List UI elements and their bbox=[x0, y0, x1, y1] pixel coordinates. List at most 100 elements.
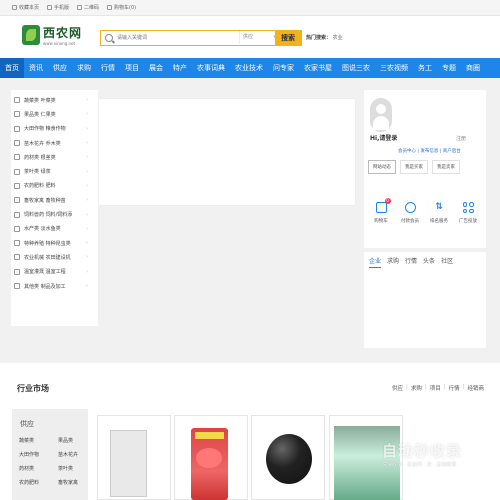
star-icon bbox=[12, 5, 17, 10]
market-side-item[interactable]: 畜牧家禽 bbox=[58, 479, 78, 486]
category-item[interactable]: 药材类 根茎类 › bbox=[11, 150, 98, 164]
market-side-item[interactable]: 蔬菜类 bbox=[19, 437, 34, 444]
search-category-select[interactable]: 供应 bbox=[239, 31, 279, 44]
category-item[interactable]: 蔬菜类 叶菜类 › bbox=[11, 93, 98, 107]
chevron-right-icon: › bbox=[86, 168, 88, 175]
market-tab-projects[interactable]: 项目 bbox=[430, 384, 441, 392]
greenhouse-icon bbox=[14, 268, 20, 275]
search-input[interactable] bbox=[117, 32, 237, 44]
category-item[interactable]: 果品类 仁果类 › bbox=[11, 107, 98, 121]
nav-item-specialties[interactable]: 特产 bbox=[168, 58, 192, 78]
nav-item-projects[interactable]: 项目 bbox=[120, 58, 144, 78]
category-item[interactable]: 农药肥料 肥料 › bbox=[11, 179, 98, 193]
chevron-right-icon: › bbox=[86, 197, 88, 204]
cart-link[interactable]: 购物车(0) bbox=[107, 4, 136, 11]
main-banner[interactable] bbox=[98, 98, 356, 206]
pay-icon bbox=[404, 202, 416, 213]
cart-icon bbox=[375, 198, 391, 213]
category-item[interactable]: 特种养殖 特种昆虫类 › bbox=[11, 236, 98, 250]
service-icons: 购物车 付款会员 ⇅排名服务 广告投放 bbox=[368, 198, 481, 224]
tab-buyer[interactable]: 我是买家 bbox=[400, 160, 428, 174]
nav-item-library[interactable]: 农家书屋 bbox=[299, 58, 337, 78]
market-tab-dealers[interactable]: 经销商 bbox=[467, 384, 484, 392]
watermark-title: 自动秒收录 bbox=[382, 442, 463, 460]
tab-headlines[interactable]: 头条 bbox=[423, 256, 435, 268]
market-tab-quotes[interactable]: 行情 bbox=[449, 384, 460, 392]
mobile-link[interactable]: 手机版 bbox=[47, 4, 69, 11]
market-side-title: 供应 bbox=[20, 420, 34, 428]
nav-item-buy[interactable]: 求购 bbox=[72, 58, 96, 78]
paid-member-service[interactable]: 付款会员 bbox=[397, 202, 423, 224]
category-item[interactable]: 苗木花卉 乔木类 › bbox=[11, 136, 98, 150]
site-logo[interactable]: 西农网 www.xinong.net bbox=[22, 24, 82, 46]
box-icon bbox=[14, 283, 20, 289]
product-card[interactable] bbox=[251, 415, 325, 500]
nav-item-experts[interactable]: 问专家 bbox=[268, 58, 299, 78]
nav-item-techniques[interactable]: 农业技术 bbox=[230, 58, 268, 78]
logo-name: 西农网 bbox=[43, 26, 83, 40]
cart-service[interactable]: 购物车 bbox=[368, 198, 394, 224]
nav-item-supply[interactable]: 供应 bbox=[48, 58, 72, 78]
product-card[interactable] bbox=[97, 415, 171, 500]
industry-market: 行业市场 供应 | 求购 | 项目 | 行情 | 经销商 供应 蔬菜类 果品类 大田作物… bbox=[0, 363, 500, 500]
bookmark-link[interactable]: 收藏本页 bbox=[12, 4, 39, 11]
market-side-item[interactable]: 大田作物 bbox=[19, 451, 39, 458]
category-item[interactable]: 水产类 淡水鱼类 › bbox=[11, 222, 98, 236]
login-greeting[interactable]: Hi,请登录 bbox=[370, 133, 397, 142]
category-panel: 蔬菜类 叶菜类 › 果品类 仁果类 › 大田作物 粮食作物 › 苗木花卉 乔木类 › 药… bbox=[11, 90, 98, 326]
tractor-icon bbox=[14, 254, 20, 261]
category-item[interactable]: 农业机械 农田建设机 › bbox=[11, 250, 98, 264]
market-tab-supply[interactable]: 供应 bbox=[392, 384, 403, 392]
nav-item-business[interactable]: 商圈 bbox=[461, 58, 485, 78]
feed-icon bbox=[14, 211, 20, 218]
market-sidebar: 供应 蔬菜类 果品类 大田作物 苗木花卉 药材类 茶叶类 农药肥料 畜牧家禽 bbox=[12, 409, 88, 500]
market-side-item[interactable]: 苗木花卉 bbox=[58, 451, 78, 458]
tab-seller[interactable]: 我是卖家 bbox=[432, 160, 460, 174]
category-item[interactable]: 其他类 制品及加工 › bbox=[11, 279, 98, 293]
nav-item-exhibitions[interactable]: 展会 bbox=[144, 58, 168, 78]
market-side-item[interactable]: 果品类 bbox=[58, 437, 73, 444]
category-item[interactable]: 饲料兽药 饲料/饲料添 › bbox=[11, 207, 98, 221]
tab-companies[interactable]: 企业 bbox=[369, 256, 382, 268]
category-item[interactable]: 大田作物 粮食作物 › bbox=[11, 122, 98, 136]
search-bar: 供应 搜索 bbox=[100, 29, 302, 46]
phone-icon bbox=[47, 5, 53, 10]
tab-community[interactable]: 社区 bbox=[441, 256, 453, 268]
market-side-item[interactable]: 药材类 bbox=[19, 465, 34, 472]
qrcode-link[interactable]: 二维码 bbox=[77, 4, 99, 11]
watermark-overlay: 自动秒收录 快速收录 · 长访问 · 次 · 自动收录 · bbox=[382, 440, 462, 468]
tab-site-news[interactable]: 网站动态 bbox=[368, 160, 396, 174]
news-tabs: 企业 求购 行情 头条 社区 bbox=[369, 256, 453, 268]
market-side-item[interactable]: 茶叶类 bbox=[58, 465, 73, 472]
main-nav: 首页 资讯 供应 求购 行情 项目 展会 特产 农事词典 农业技术 问专家 农家… bbox=[0, 58, 500, 78]
ad-service[interactable]: 广告投放 bbox=[455, 202, 481, 224]
nav-item-videos[interactable]: 三农视频 bbox=[375, 58, 413, 78]
nav-item-pictures[interactable]: 图说三农 bbox=[337, 58, 375, 78]
market-tabs: 供应 | 求购 | 项目 | 行情 | 经销商 bbox=[391, 384, 484, 392]
ranking-service[interactable]: ⇅ 排名服务 bbox=[426, 202, 452, 224]
category-item[interactable]: 茶叶类 绿茶 › bbox=[11, 164, 98, 178]
nav-item-jobs[interactable]: 务工 bbox=[413, 58, 437, 78]
nav-item-news[interactable]: 资讯 bbox=[24, 58, 48, 78]
register-link[interactable]: 注册 bbox=[456, 135, 466, 142]
chevron-right-icon: › bbox=[86, 225, 88, 232]
tab-quotes[interactable]: 行情 bbox=[405, 256, 417, 268]
hot-search-item[interactable]: 农业 bbox=[333, 35, 343, 41]
market-tab-buy[interactable]: 求购 bbox=[411, 384, 422, 392]
nav-item-dictionary[interactable]: 农事词典 bbox=[192, 58, 230, 78]
nav-item-home[interactable]: 首页 bbox=[0, 58, 24, 78]
search-button[interactable]: 搜索 bbox=[274, 29, 302, 46]
nav-item-topics[interactable]: 专题 bbox=[437, 58, 461, 78]
market-side-item[interactable]: 农药肥料 bbox=[19, 479, 39, 486]
grid-icon bbox=[462, 202, 474, 213]
chevron-right-icon: › bbox=[86, 97, 88, 104]
nav-item-quotes[interactable]: 行情 bbox=[96, 58, 120, 78]
user-tabs: 网站动态 我是买家 我是卖家 bbox=[368, 160, 460, 174]
tab-buy[interactable]: 求购 bbox=[387, 256, 399, 268]
user-links[interactable]: 会员中心 | 发布信息 | 商户后台 bbox=[398, 148, 461, 154]
category-item[interactable]: 畜牧家禽 畜牧种苗 › bbox=[11, 193, 98, 207]
qrcode-icon bbox=[77, 5, 83, 10]
grain-icon bbox=[14, 125, 20, 132]
product-card[interactable] bbox=[174, 415, 248, 500]
category-item[interactable]: 温室灌溉 温室工程 › bbox=[11, 265, 98, 279]
